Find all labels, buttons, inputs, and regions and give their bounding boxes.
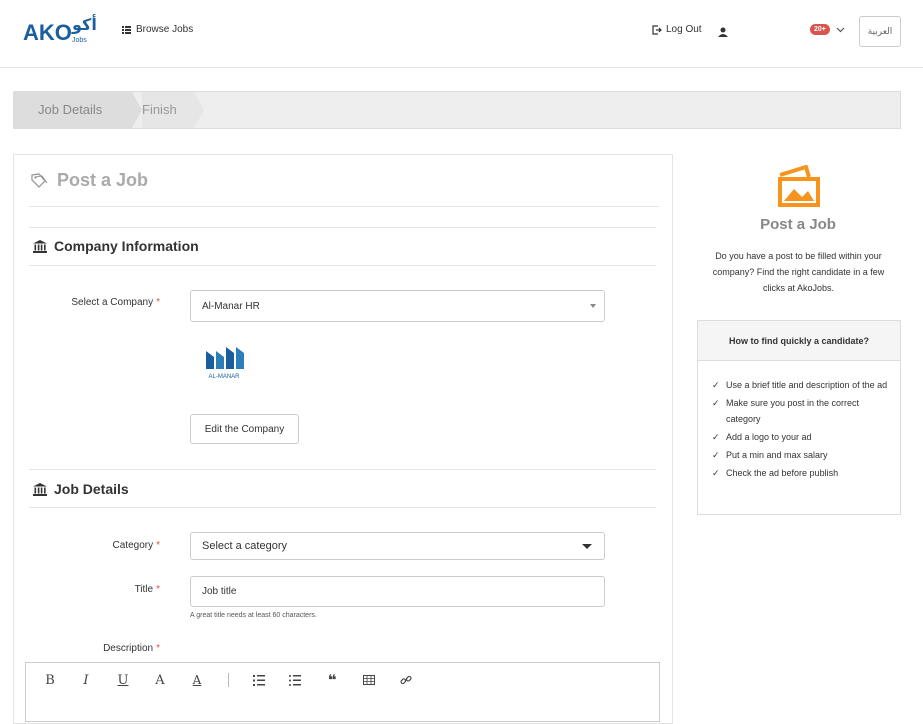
edit-company-button[interactable]: Edit the Company: [190, 414, 299, 444]
list-item: ✓ Check the ad before publish: [712, 465, 890, 481]
job-section-title: Job Details: [33, 481, 129, 497]
sidebar-description: Do you have a post to be filled within y…: [712, 251, 885, 293]
company-select[interactable]: Al-Manar HR: [190, 290, 605, 322]
tags-icon: [31, 172, 48, 188]
tip-text: Use a brief title and description of the…: [726, 380, 888, 390]
required-mark: *: [156, 540, 160, 551]
notifications-dropdown[interactable]: 20+: [810, 24, 845, 35]
link-icon[interactable]: [395, 671, 417, 689]
text-color-icon[interactable]: A: [186, 671, 208, 689]
title-input[interactable]: Job title: [190, 576, 605, 607]
category-label-text: Category: [112, 540, 154, 551]
check-icon: ✓: [712, 450, 720, 460]
language-button[interactable]: العربية: [859, 16, 901, 47]
underline-icon[interactable]: U: [112, 671, 134, 689]
list-item: ✓ Add a logo to your ad: [712, 429, 890, 445]
akojobs-logo[interactable]: AKO أكو Jobs: [22, 12, 100, 58]
top-header: AKO أكو Jobs Browse Jobs Log Out 20+ الع…: [0, 0, 923, 68]
notifications-badge: 20+: [810, 24, 830, 35]
required-mark: *: [156, 297, 160, 308]
divider: [29, 265, 656, 266]
font-size-icon[interactable]: A: [149, 671, 171, 689]
divider: [29, 469, 656, 470]
wizard-steps: Job Details Finish: [13, 91, 901, 129]
check-icon: ✓: [712, 380, 720, 390]
chevron-down-icon: [836, 27, 845, 32]
list-item: ✓ Use a brief title and description of th…: [712, 377, 890, 393]
browse-jobs-label: Browse Jobs: [136, 24, 194, 35]
title-input-placeholder: Job title: [202, 586, 237, 597]
check-icon: ✓: [712, 398, 720, 408]
category-select-value: Select a category: [202, 540, 287, 552]
tips-title: How to find quickly a candidate?: [698, 321, 900, 361]
company-logo-text: AL-MANAR: [208, 374, 240, 380]
category-label: Category *: [60, 540, 160, 551]
company-section-label: Company Information: [54, 238, 199, 254]
category-select[interactable]: Select a category: [190, 532, 605, 560]
check-icon: ✓: [712, 468, 720, 478]
company-logo: AL-MANAR: [190, 335, 258, 390]
logout-label: Log Out: [666, 24, 702, 35]
divider: [29, 507, 656, 508]
picture-icon: [778, 165, 820, 207]
tip-text: Check the ad before publish: [726, 468, 839, 478]
tips-list: ✓ Use a brief title and description of th…: [698, 361, 900, 481]
bank-icon: [33, 239, 47, 253]
dropdown-caret-icon: [582, 544, 592, 549]
sidebar-title: Post a Job: [760, 216, 836, 233]
tips-card: How to find quickly a candidate? ✓ Use a …: [697, 320, 901, 515]
title-hint: A great title needs at least 60 characte…: [190, 612, 317, 619]
toolbar-separator: [228, 673, 229, 687]
company-section-title: Company Information: [33, 238, 199, 254]
user-icon: [718, 27, 728, 37]
wizard-arrow: [132, 92, 142, 128]
tip-text: Make sure you post in the correct catego…: [726, 398, 860, 424]
logo-arabic: أكو: [71, 14, 97, 34]
wizard-step-finish[interactable]: Finish: [142, 92, 194, 128]
divider: [29, 206, 659, 207]
tip-text: Put a min and max salary: [726, 450, 828, 460]
bold-icon[interactable]: B: [39, 671, 61, 689]
user-menu[interactable]: [718, 24, 728, 42]
wizard-step-job-details[interactable]: Job Details: [14, 92, 132, 128]
quote-icon[interactable]: ❝: [321, 671, 343, 689]
italic-icon[interactable]: I: [75, 671, 97, 689]
bank-icon: [33, 482, 47, 496]
ordered-list-icon[interactable]: [248, 671, 270, 689]
browse-jobs-link[interactable]: Browse Jobs: [122, 24, 193, 35]
select-company-label: Select a Company *: [60, 297, 160, 308]
title-label: Title *: [60, 584, 160, 595]
logout-icon: [652, 24, 662, 35]
logo-sub: Jobs: [72, 37, 87, 44]
required-mark: *: [156, 584, 160, 595]
dropdown-caret-icon: [590, 304, 596, 308]
select-company-label-text: Select a Company: [71, 297, 154, 308]
list-item: ✓ Make sure you post in the correct categ…: [712, 395, 890, 427]
page-title-text: Post a Job: [57, 170, 149, 190]
logout-link[interactable]: Log Out: [652, 24, 702, 35]
logo-text: AKO: [23, 20, 72, 45]
table-icon[interactable]: [358, 671, 380, 689]
list-item: ✓ Put a min and max salary: [712, 447, 890, 463]
bullet-list-icon[interactable]: [284, 671, 306, 689]
title-label-text: Title: [134, 584, 154, 595]
divider: [29, 227, 656, 228]
description-label: Description *: [60, 643, 160, 654]
check-icon: ✓: [712, 432, 720, 442]
description-label-text: Description: [103, 643, 154, 654]
wizard-arrow: [194, 92, 204, 128]
tip-text: Add a logo to your ad: [726, 432, 812, 442]
required-mark: *: [156, 643, 160, 654]
page-title: Post a Job: [30, 170, 148, 191]
job-section-label: Job Details: [54, 481, 129, 497]
company-select-value: Al-Manar HR: [202, 300, 260, 312]
list-icon: [122, 25, 131, 34]
description-editor[interactable]: B I U A A ❝: [25, 662, 660, 722]
